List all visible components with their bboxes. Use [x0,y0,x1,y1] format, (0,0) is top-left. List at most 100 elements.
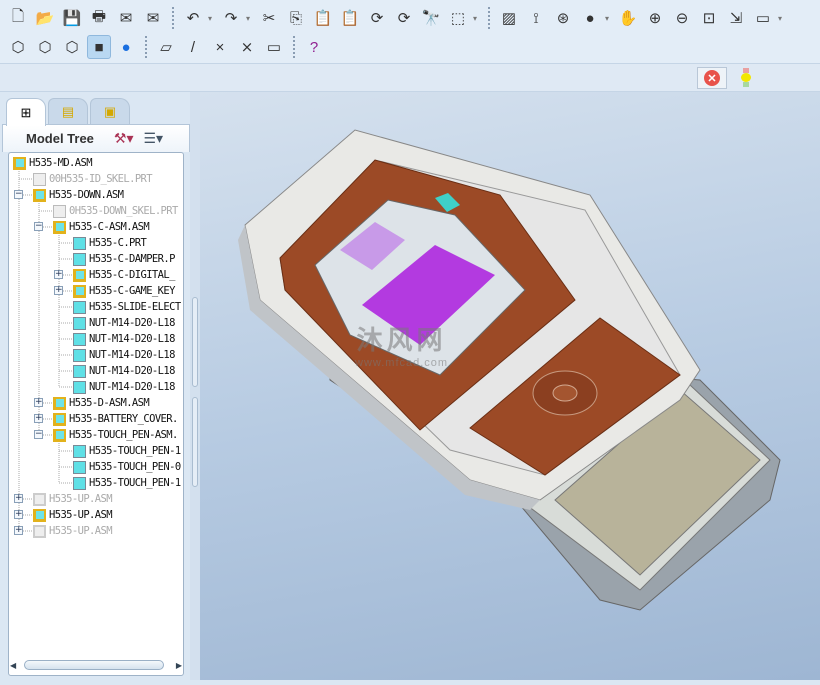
graphics-viewport[interactable]: 沐风网 www.mfcad.com [200,92,820,680]
scroll-left-icon[interactable]: ◀ [10,661,16,670]
save-button[interactable]: 💾 [60,6,84,30]
orient-mode-button[interactable]: ⊛ [551,6,575,30]
tree-item-label: H535-C-GAME_KEY [89,285,175,297]
part-icon [73,348,86,362]
new-button[interactable]: 🗋 [6,6,30,30]
annotation-display-button[interactable]: ▭ [262,35,286,59]
tree-item[interactable]: H535-BATTERY_COVER. [53,411,178,427]
tree-item[interactable]: NUT-M14-D20-L18 [73,315,175,331]
tree-settings-icon[interactable]: ⚒▾ [114,130,134,147]
paste-button[interactable]: 📋 [311,6,335,30]
model-tree-tab[interactable]: ⊞ [6,98,46,126]
stop-button[interactable]: ✕ [697,67,727,89]
tree-item-label: H535-UP.ASM [49,509,113,521]
tree-item[interactable]: NUT-M14-D20-L18 [73,363,175,379]
tree-item[interactable]: H535-C.PRT [73,235,147,251]
print-button[interactable]: 🖶 [87,6,111,30]
tree-item[interactable]: H535-TOUCH_PEN-1 [73,475,181,491]
scroll-right-icon[interactable]: ▶ [176,661,182,670]
redo-button[interactable]: ↷ [219,6,243,30]
tree-item[interactable]: NUT-M14-D20-L18 [73,347,175,363]
collapse-icon[interactable]: − [34,222,43,231]
zoom-in-button[interactable]: ⊕ [643,6,667,30]
paste-special-button[interactable]: 📋 [338,6,362,30]
email-link-button[interactable]: ✉ [141,6,165,30]
collapse-icon[interactable]: − [34,430,43,439]
tree-item[interactable]: H535-MD.ASM [13,155,93,171]
datum-axes-display-icon: / [190,38,196,56]
zoom-out-button[interactable]: ⊖ [670,6,694,30]
tree-item[interactable]: H535-SLIDE-ELECT [73,299,181,315]
tree-item[interactable]: H535-TOUCH_PEN-ASM. [53,427,178,443]
tree-item-label: H535-DOWN.ASM [49,189,124,201]
tree-item[interactable]: H535-C-ASM.ASM [53,219,150,235]
hidden-line-button[interactable]: ⬡ [33,35,57,59]
tree-item[interactable]: H535-UP.ASM [33,491,113,507]
select-box-button[interactable]: ⬚ [446,6,470,30]
regenerate-button[interactable]: ⟳ [365,6,389,30]
saved-views-button[interactable]: ▭ [751,6,775,30]
tree-item[interactable]: H535-C-DAMPER.P [73,251,175,267]
regenerate-manager-button[interactable]: ⟳ [392,6,416,30]
dropdown-arrow-icon[interactable]: ▾ [208,14,216,23]
tree-item[interactable]: H535-D-ASM.ASM [53,395,150,411]
expand-icon[interactable]: + [54,286,63,295]
tree-item[interactable]: 00H535-ID_SKEL.PRT [33,171,153,187]
expand-icon[interactable]: + [14,526,23,535]
email-attach-button[interactable]: ✉ [114,6,138,30]
tree-item[interactable]: H535-UP.ASM [33,523,113,539]
find-button[interactable]: 🔭 [419,6,443,30]
expand-icon[interactable]: + [34,414,43,423]
expand-icon[interactable]: + [34,398,43,407]
tree-item-label: H535-TOUCH_PEN-1 [89,445,181,457]
part-icon [73,316,86,330]
panel-splitter[interactable] [190,92,200,680]
expand-icon[interactable]: + [14,510,23,519]
datum-axes-display-button[interactable]: / [181,35,205,59]
tree-item[interactable]: H535-DOWN.ASM [33,187,124,203]
toolbar-row-2: ⬡ ⬡ ⬡ ■ ● ▱ / × ⨯ ▭? [6,33,326,61]
collapse-icon[interactable]: − [14,190,23,199]
expand-icon[interactable]: + [14,494,23,503]
tree-item[interactable]: NUT-M14-D20-L18 [73,331,175,347]
csys-display-button[interactable]: ⨯ [235,35,259,59]
tree-item[interactable]: H535-UP.ASM [33,507,113,523]
open-button[interactable]: 📂 [33,6,57,30]
shading-mode-button[interactable]: ■ [87,35,111,59]
context-help-icon: ? [309,38,319,56]
enhanced-realism-button[interactable]: ● [114,35,138,59]
context-help-button[interactable]: ? [302,35,326,59]
tree-item[interactable]: H535-TOUCH_PEN-0 [73,459,181,475]
undo-button[interactable]: ↶ [181,6,205,30]
repaint-button[interactable]: ▨ [497,6,521,30]
tree-item[interactable]: H535-C-GAME_KEY [73,283,175,299]
annotation-display-icon: ▭ [266,39,282,56]
horizontal-scrollbar[interactable]: ◀ ▶ [10,658,182,672]
pan-button[interactable]: ✋ [616,6,640,30]
spin-center-button[interactable]: ⟟ [524,6,548,30]
point-display-button[interactable]: × [208,35,232,59]
reorient-button[interactable]: ⇲ [724,6,748,30]
no-hidden-button[interactable]: ⬡ [60,35,84,59]
layer-tree-tab[interactable]: ▤ [48,98,88,124]
dropdown-arrow-icon[interactable]: ▾ [605,14,613,23]
expand-icon[interactable]: + [54,270,63,279]
dropdown-arrow-icon[interactable]: ▾ [246,14,254,23]
shading-button[interactable]: ● [578,6,602,30]
scroll-thumb[interactable] [24,660,164,670]
wireframe-button[interactable]: ⬡ [6,35,30,59]
dropdown-arrow-icon[interactable]: ▾ [778,14,786,23]
copy-button[interactable]: ⎘ [284,6,308,30]
dropdown-arrow-icon[interactable]: ▾ [473,14,481,23]
tree-item-label: H535-D-ASM.ASM [69,397,150,409]
tree-item[interactable]: 0H535-DOWN_SKEL.PRT [53,203,178,219]
datum-planes-display-button[interactable]: ▱ [154,35,178,59]
refit-button[interactable]: ⊡ [697,6,721,30]
tree-item[interactable]: H535-C-DIGITAL_ [73,267,175,283]
tree-item[interactable]: H535-TOUCH_PEN-1 [73,443,181,459]
favorites-tab[interactable]: ▣ [90,98,130,124]
cut-button[interactable]: ✂ [257,6,281,30]
tree-item[interactable]: NUT-M14-D20-L18 [73,379,175,395]
tree-columns-icon[interactable]: ☰▾ [144,130,164,147]
hidden-line-icon: ⬡ [38,39,52,56]
